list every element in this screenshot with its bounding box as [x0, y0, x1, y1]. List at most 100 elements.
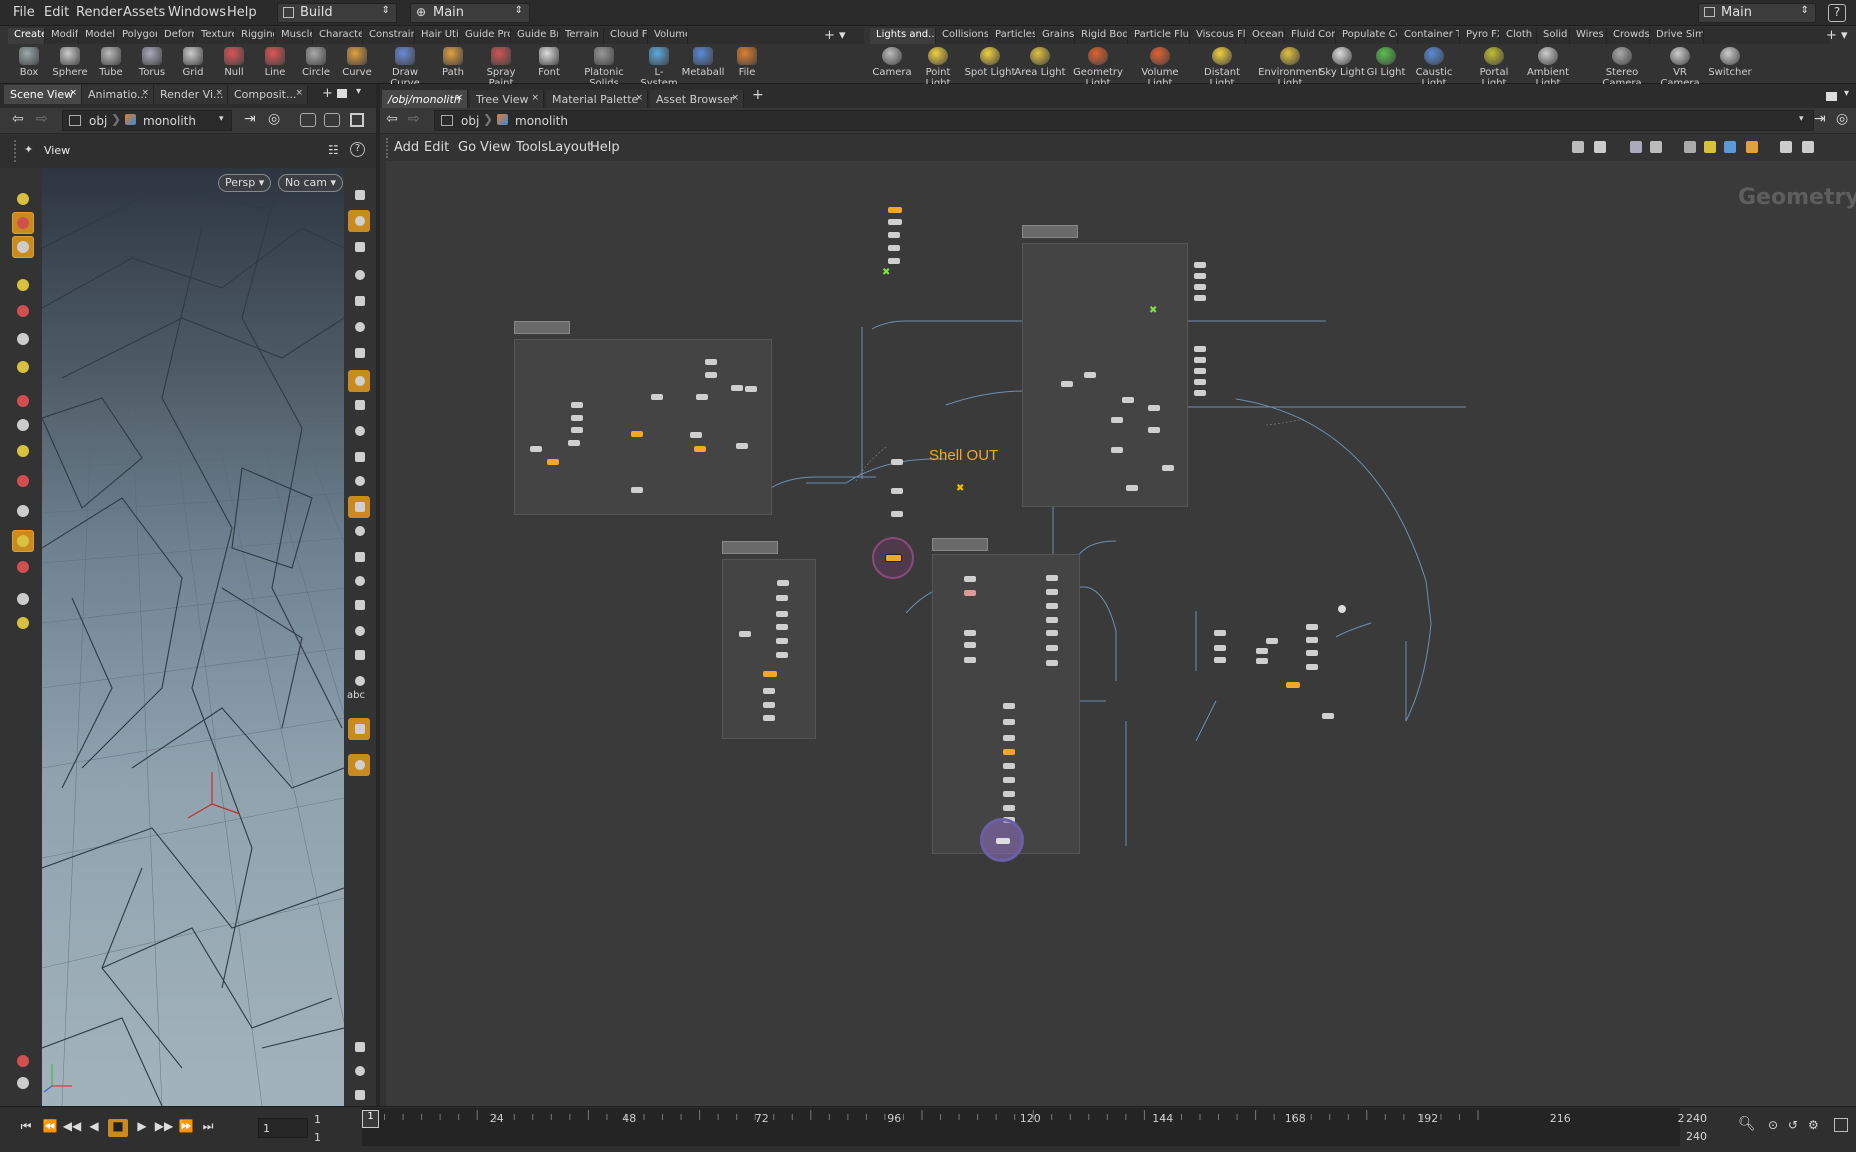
- tool-file[interactable]: File: [724, 47, 770, 78]
- tool-geometry-light[interactable]: Geometry Light: [1072, 47, 1124, 89]
- display-node-highlight[interactable]: [980, 818, 1024, 862]
- network-node[interactable]: [777, 580, 789, 586]
- network-node[interactable]: [1111, 447, 1123, 453]
- end-frame-field-2[interactable]: 240: [1686, 1130, 1707, 1143]
- shelf-tab-12[interactable]: Guide Bru...: [511, 28, 559, 44]
- network-node[interactable]: [763, 715, 775, 721]
- shelf-tab-right-5[interactable]: Particle Fluids: [1128, 28, 1190, 44]
- network-node[interactable]: [694, 446, 706, 452]
- network-node[interactable]: [1194, 346, 1206, 352]
- close-icon[interactable]: ×: [215, 88, 223, 98]
- end-frame-field[interactable]: 240: [1686, 1112, 1707, 1125]
- network-menu-edit[interactable]: Edit: [424, 140, 449, 155]
- network-node[interactable]: [888, 258, 900, 264]
- viewer-help-icon[interactable]: ?: [350, 142, 365, 157]
- audio-key-icon[interactable]: 🔍︎: [1738, 1116, 1756, 1132]
- realtime-icon[interactable]: ⊙: [1768, 1118, 1778, 1132]
- tool-switcher[interactable]: Switcher: [1704, 47, 1756, 78]
- shelf-tab-9[interactable]: Constraints: [363, 28, 415, 44]
- network-node[interactable]: [776, 624, 788, 630]
- forward-icon[interactable]: ⇨: [408, 111, 420, 127]
- network-node[interactable]: [964, 630, 976, 636]
- network-tab-1[interactable]: Tree View ×: [470, 90, 544, 109]
- shelf-tab-right-4[interactable]: Rigid Bodies: [1075, 28, 1128, 44]
- network-node[interactable]: [1003, 805, 1015, 811]
- network-node[interactable]: [631, 431, 643, 437]
- close-icon[interactable]: ×: [69, 88, 77, 98]
- loop-icon[interactable]: ↺: [1788, 1118, 1798, 1132]
- tool-area-light[interactable]: Area Light: [1014, 47, 1066, 78]
- tool-caustic-light[interactable]: Caustic Light: [1408, 47, 1460, 89]
- global-anim-options-icon[interactable]: ⚙: [1808, 1118, 1819, 1132]
- pane-menu-icon[interactable]: ▾: [356, 86, 361, 97]
- network-node[interactable]: [888, 245, 900, 251]
- shelf-tab-5[interactable]: Texture: [195, 28, 235, 44]
- network-node[interactable]: [964, 657, 976, 663]
- network-node[interactable]: [1194, 357, 1206, 363]
- playbar-menu-icon[interactable]: [1834, 1118, 1848, 1132]
- next-key-button[interactable]: ⏩: [176, 1119, 196, 1137]
- shelf-tab-right-2[interactable]: Particles: [989, 28, 1036, 44]
- network-node[interactable]: [1084, 372, 1096, 378]
- link-icon[interactable]: ◎: [1836, 111, 1848, 127]
- network-node[interactable]: [1122, 397, 1134, 403]
- network-node[interactable]: [571, 415, 583, 421]
- shelf-tab-right-14[interactable]: Wires: [1570, 28, 1607, 44]
- start-frame-field-2[interactable]: 1: [310, 1130, 355, 1146]
- network-node[interactable]: [1256, 658, 1268, 664]
- tool-stereo-camera[interactable]: Stereo Camera: [1596, 47, 1648, 89]
- network-node[interactable]: [891, 488, 903, 494]
- network-node[interactable]: [964, 642, 976, 648]
- close-icon[interactable]: ×: [635, 93, 643, 103]
- context-dropdown[interactable]: ⊕ Main ⇕: [410, 3, 530, 23]
- tool-spray-paint[interactable]: Spray Paint: [478, 47, 524, 89]
- network-menu-view[interactable]: View: [480, 140, 511, 155]
- tool-metaball[interactable]: Metaball: [680, 47, 726, 78]
- shelf-tab-right-3[interactable]: Grains: [1036, 28, 1075, 44]
- network-node[interactable]: [776, 652, 788, 658]
- maximize-icon[interactable]: [350, 113, 364, 127]
- network-node[interactable]: [1194, 273, 1206, 279]
- tool-gi-light[interactable]: GI Light: [1360, 47, 1412, 78]
- network-menu-help[interactable]: Help: [590, 140, 620, 155]
- network-node[interactable]: [763, 671, 777, 677]
- path-node[interactable]: monolith: [143, 114, 196, 128]
- network-path-field[interactable]: obj ❯ monolith ▾: [434, 110, 1814, 131]
- network-box-4-title[interactable]: [932, 538, 988, 551]
- network-node[interactable]: [1046, 660, 1058, 666]
- network-node[interactable]: [888, 207, 902, 213]
- back-icon[interactable]: ⇦: [12, 111, 24, 127]
- left-tab-0[interactable]: Scene View ×: [4, 85, 82, 104]
- network-node[interactable]: [1148, 405, 1160, 411]
- network-node[interactable]: [1003, 735, 1015, 741]
- network-node[interactable]: [705, 372, 717, 378]
- network-tab-2[interactable]: Material Palette ×: [546, 90, 648, 109]
- network-node[interactable]: [1194, 390, 1206, 396]
- tool-null[interactable]: Null: [211, 47, 257, 78]
- left-tab-1[interactable]: Animatio... ×: [82, 85, 154, 104]
- tool-volume-light[interactable]: Volume Light: [1134, 47, 1186, 89]
- null-node-icon[interactable]: ✖: [882, 267, 890, 278]
- tool-draw-curve[interactable]: Draw Curve: [382, 47, 428, 89]
- network-node[interactable]: [964, 576, 976, 582]
- shelf-tab-right-1[interactable]: Collisions: [936, 28, 989, 44]
- help-icon[interactable]: ?: [1828, 4, 1846, 22]
- network-node[interactable]: [1003, 703, 1015, 709]
- network-node[interactable]: [690, 432, 702, 438]
- network-node[interactable]: [1306, 637, 1318, 643]
- tool-camera[interactable]: Camera: [866, 47, 918, 78]
- tool-sphere[interactable]: Sphere: [47, 47, 93, 78]
- shelf-tab-2[interactable]: Model: [79, 28, 116, 44]
- link-icon[interactable]: ◎: [268, 111, 280, 127]
- network-toolbar-icon-1[interactable]: [1594, 141, 1606, 153]
- menu-file[interactable]: File: [13, 5, 35, 20]
- shelf-tab-right-11[interactable]: Pyro FX: [1460, 28, 1500, 44]
- play-button[interactable]: ▶: [132, 1119, 152, 1137]
- forward-icon[interactable]: ⇨: [36, 111, 48, 127]
- network-node[interactable]: [1061, 381, 1073, 387]
- network-node[interactable]: [696, 394, 708, 400]
- network-box-1-title[interactable]: [514, 321, 570, 334]
- camera-menu[interactable]: No cam ▾: [278, 174, 343, 192]
- shelf-tab-10[interactable]: Hair Utils: [415, 28, 459, 44]
- snapshot-icon[interactable]: [324, 113, 340, 127]
